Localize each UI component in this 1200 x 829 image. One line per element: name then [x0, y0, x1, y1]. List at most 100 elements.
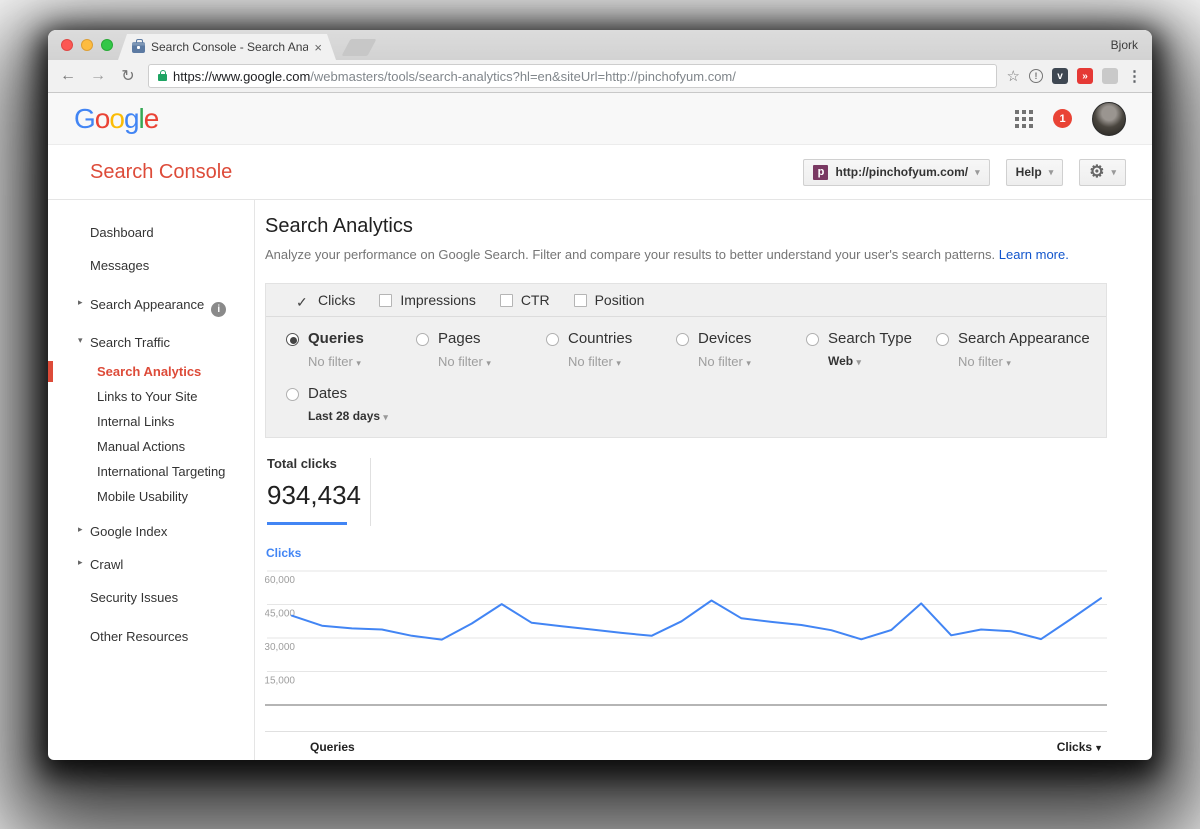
notification-badge[interactable]: 1	[1053, 109, 1072, 128]
sidebar-item-google-index[interactable]: ▸Google Index	[48, 515, 254, 548]
sidebar-item-messages[interactable]: Messages	[48, 249, 254, 282]
radio-icon	[676, 333, 689, 346]
zoom-window-button[interactable]	[101, 39, 113, 51]
metric-impressions-checkbox[interactable]: Impressions	[379, 292, 475, 308]
queries-column-header[interactable]: Queries	[310, 740, 355, 754]
close-window-button[interactable]	[61, 39, 73, 51]
chevron-down-icon: ▾	[856, 357, 861, 367]
countries-filter-dropdown[interactable]: No filter ▾	[568, 354, 632, 369]
browser-toolbar: ← → ↻ https://www.google.com/webmasters/…	[48, 60, 1152, 93]
arrow-right-icon: ▸	[78, 524, 83, 535]
page-description: Analyze your performance on Google Searc…	[265, 247, 1107, 262]
browser-profile-name[interactable]: Bjork	[1111, 38, 1138, 52]
browser-window: Search Console - Search Analy × Bjork ← …	[48, 30, 1152, 760]
tab-strip: Search Console - Search Analy × Bjork	[48, 30, 1152, 60]
sidebar-item-search-appearance[interactable]: ▸Search Appearancei	[48, 288, 254, 326]
info-icon[interactable]: !	[1029, 69, 1043, 83]
arrow-right-icon: ▸	[78, 297, 83, 308]
browser-menu-icon[interactable]: ⋮	[1127, 67, 1142, 85]
chevron-down-icon: ▾	[1049, 167, 1054, 178]
refresh-icon[interactable]: ↻	[118, 66, 138, 86]
disabled-extension-icon[interactable]	[1102, 68, 1118, 84]
console-title[interactable]: Search Console	[90, 161, 232, 184]
minimize-window-button[interactable]	[81, 39, 93, 51]
chevron-down-icon: ▾	[383, 412, 388, 422]
sidebar-item-dashboard[interactable]: Dashboard	[48, 216, 254, 249]
radio-icon	[416, 333, 429, 346]
search-type-filter-dropdown[interactable]: Web ▾	[828, 354, 912, 368]
dates-filter-dropdown[interactable]: Last 28 days ▾	[308, 409, 388, 423]
dimension-pages-radio[interactable]: Pages No filter ▾	[416, 330, 546, 369]
google-logo[interactable]: Google	[74, 103, 158, 135]
dimension-devices-radio[interactable]: Devices No filter ▾	[676, 330, 806, 369]
sort-desc-icon: ▼	[1094, 743, 1103, 753]
chevron-down-icon: ▾	[486, 358, 491, 368]
checkbox-icon	[500, 294, 513, 307]
avatar[interactable]	[1092, 102, 1126, 136]
sidebar-item-mobile-usability[interactable]: Mobile Usability	[48, 484, 254, 509]
chevron-down-icon: ▾	[975, 167, 980, 178]
new-tab-button[interactable]	[341, 39, 376, 56]
apps-grid-icon[interactable]	[1015, 110, 1033, 128]
browser-tab[interactable]: Search Console - Search Analy ×	[118, 34, 336, 60]
filter-panel: Clicks Impressions CTR Position Queries …	[265, 283, 1107, 438]
sidebar-item-search-traffic[interactable]: ▾Search Traffic	[48, 326, 254, 359]
sidebar-item-crawl[interactable]: ▸Crawl	[48, 548, 254, 581]
site-favicon: p	[813, 165, 828, 180]
devices-filter-dropdown[interactable]: No filter ▾	[698, 354, 751, 369]
checkbox-icon	[379, 294, 392, 307]
sidebar-item-security-issues[interactable]: Security Issues	[48, 581, 254, 614]
sidebar-item-internal-links[interactable]: Internal Links	[48, 409, 254, 434]
google-bar-right: 1	[1015, 102, 1126, 136]
total-clicks-label: Total clicks	[267, 456, 1107, 471]
sidebar-item-links-to-your-site[interactable]: Links to Your Site	[48, 384, 254, 409]
sidebar-item-search-analytics[interactable]: Search Analytics	[48, 359, 254, 384]
svg-text:60,000: 60,000	[265, 575, 295, 586]
red-extension-icon[interactable]: »	[1077, 68, 1093, 84]
help-button[interactable]: Help ▾	[1006, 159, 1064, 186]
url-path: /webmasters/tools/search-analytics?hl=en…	[310, 69, 736, 84]
total-clicks-value: 934,434	[267, 480, 1107, 511]
svg-text:30,000: 30,000	[265, 642, 295, 653]
queries-table: Queries Clicks▼	[265, 731, 1107, 760]
address-bar[interactable]: https://www.google.com/webmasters/tools/…	[148, 64, 997, 88]
settings-button[interactable]: ⚙ ▾	[1079, 159, 1126, 186]
metric-position-checkbox[interactable]: Position	[574, 292, 645, 308]
sidebar-item-international-targeting[interactable]: International Targeting	[48, 459, 254, 484]
info-icon[interactable]: i	[211, 302, 226, 317]
chevron-down-icon: ▾	[616, 358, 621, 368]
forward-icon[interactable]: →	[88, 67, 108, 85]
metric-ctr-checkbox[interactable]: CTR	[500, 292, 550, 308]
metrics-row: Clicks Impressions CTR Position	[266, 284, 1106, 317]
svg-text:15,000: 15,000	[265, 676, 295, 687]
sidebar-item-other-resources[interactable]: Other Resources	[48, 620, 254, 653]
sidebar-item-manual-actions[interactable]: Manual Actions	[48, 434, 254, 459]
dimension-countries-radio[interactable]: Countries No filter ▾	[546, 330, 676, 369]
metric-clicks-checkbox[interactable]: Clicks	[296, 292, 355, 308]
close-tab-icon[interactable]: ×	[314, 40, 322, 55]
radio-icon	[546, 333, 559, 346]
dimension-search-appearance-radio[interactable]: Search Appearance No filter ▾	[936, 330, 1090, 369]
learn-more-link[interactable]: Learn more.	[999, 247, 1069, 262]
chevron-down-icon: ▾	[746, 358, 751, 368]
chevron-down-icon: ▾	[1006, 358, 1011, 368]
secure-lock-icon	[158, 74, 167, 81]
queries-filter-dropdown[interactable]: No filter ▾	[308, 354, 364, 369]
back-icon[interactable]: ←	[58, 67, 78, 85]
pages-filter-dropdown[interactable]: No filter ▾	[438, 354, 491, 369]
dimension-dates-radio[interactable]: Dates Last 28 days ▾	[286, 385, 1090, 423]
svg-text:45,000: 45,000	[265, 609, 295, 620]
pocket-extension-icon[interactable]: v	[1052, 68, 1068, 84]
search-console-favicon	[132, 42, 145, 53]
toolbar-icons: ☆ ! v » ⋮	[1007, 67, 1142, 85]
search-appearance-filter-dropdown[interactable]: No filter ▾	[958, 354, 1090, 369]
dimension-queries-radio[interactable]: Queries No filter ▾	[286, 330, 416, 369]
clicks-column-header[interactable]: Clicks▼	[1057, 740, 1103, 754]
dimension-search-type-radio[interactable]: Search Type Web ▾	[806, 330, 936, 369]
console-body: Dashboard Messages ▸Search Appearancei ▾…	[48, 200, 1152, 760]
arrow-down-icon: ▾	[78, 335, 83, 346]
bookmark-star-icon[interactable]: ☆	[1007, 67, 1020, 85]
site-selector-button[interactable]: p http://pinchofyum.com/ ▾	[803, 159, 989, 186]
page-url: https://www.google.com/webmasters/tools/…	[173, 69, 736, 84]
checkbox-icon	[574, 294, 587, 307]
